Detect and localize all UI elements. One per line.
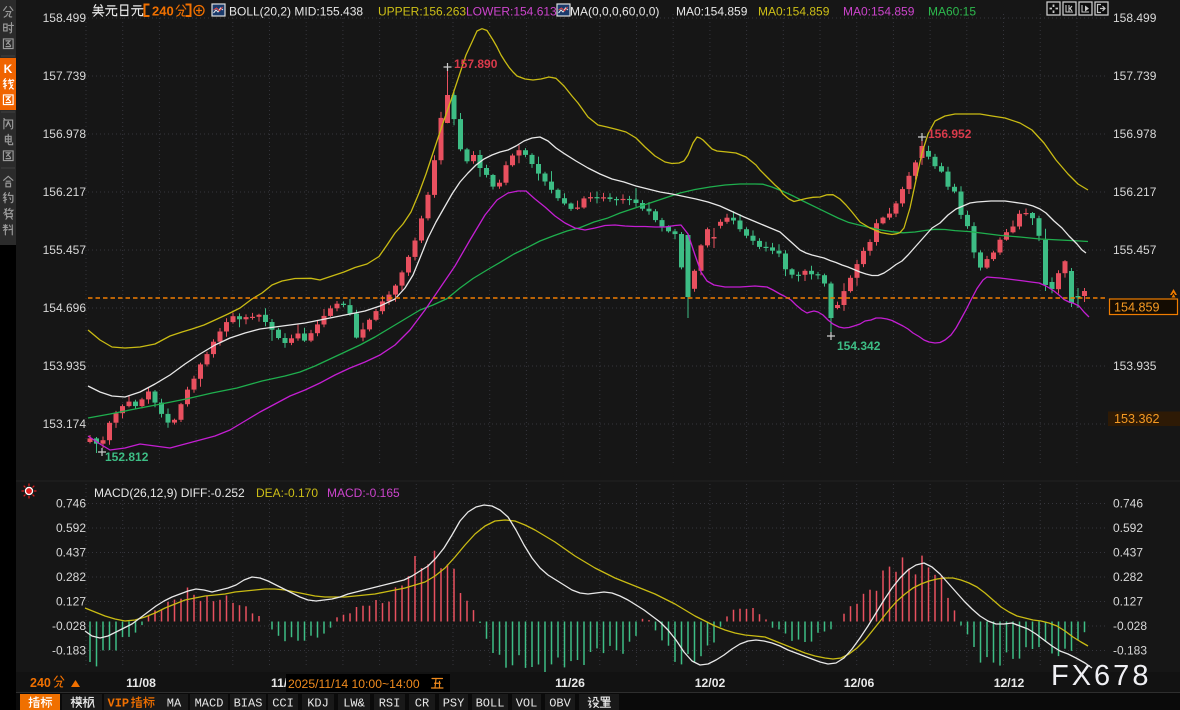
- svg-text:158.499: 158.499: [43, 11, 87, 25]
- svg-text:11/08: 11/08: [126, 676, 156, 690]
- svg-text:-0.183: -0.183: [52, 644, 86, 658]
- svg-text:LW&: LW&: [343, 697, 365, 710]
- svg-text:-0.028: -0.028: [1113, 619, 1147, 633]
- svg-text:UPPER:156.263: UPPER:156.263: [378, 5, 466, 19]
- svg-text:153.935: 153.935: [1113, 359, 1157, 373]
- svg-text:PSY: PSY: [443, 697, 465, 710]
- svg-text:FX678: FX678: [1051, 660, 1151, 692]
- svg-text:VIP: VIP: [108, 697, 130, 710]
- svg-text:153.362: 153.362: [1114, 412, 1160, 426]
- svg-text:MACD:-0.165: MACD:-0.165: [327, 486, 400, 500]
- svg-text:MA0:154.859: MA0:154.859: [676, 5, 748, 19]
- svg-text:OBV: OBV: [549, 697, 571, 710]
- svg-text:0.437: 0.437: [1113, 546, 1143, 560]
- svg-text:156.217: 156.217: [1113, 185, 1157, 199]
- svg-text:156.978: 156.978: [1113, 127, 1157, 141]
- svg-text:RSI: RSI: [379, 697, 401, 710]
- svg-text:157.739: 157.739: [43, 69, 87, 83]
- svg-text:0.746: 0.746: [1113, 497, 1143, 511]
- svg-text:MA0:154.859: MA0:154.859: [843, 5, 915, 19]
- svg-text:12/02: 12/02: [695, 676, 726, 690]
- svg-text:156.978: 156.978: [43, 127, 87, 141]
- svg-text:157.890: 157.890: [454, 57, 498, 71]
- svg-text:156.217: 156.217: [43, 185, 87, 199]
- svg-text:11/: 11/: [271, 676, 288, 690]
- svg-text:153.174: 153.174: [43, 417, 87, 431]
- svg-text:0.127: 0.127: [56, 595, 86, 609]
- svg-text:11/26: 11/26: [555, 676, 585, 690]
- svg-text:12/06: 12/06: [844, 676, 875, 690]
- svg-text:BOLL(20,2) MID:155.438: BOLL(20,2) MID:155.438: [229, 5, 363, 19]
- svg-text:MA: MA: [167, 697, 182, 710]
- svg-text:0.282: 0.282: [1113, 570, 1143, 584]
- svg-text:BOLL: BOLL: [476, 697, 505, 710]
- svg-text:CR: CR: [415, 697, 429, 710]
- svg-text:K: K: [4, 62, 13, 76]
- svg-text:BIAS: BIAS: [234, 697, 263, 710]
- svg-text:CCI: CCI: [272, 697, 294, 710]
- svg-text:12/12: 12/12: [994, 676, 1025, 690]
- svg-text:LOWER:154.613: LOWER:154.613: [466, 5, 557, 19]
- svg-text:2025/11/14 10:00~14:00: 2025/11/14 10:00~14:00: [288, 677, 420, 691]
- svg-text:KDJ: KDJ: [307, 697, 329, 710]
- svg-text:154.342: 154.342: [837, 339, 881, 353]
- svg-text:VOL: VOL: [516, 697, 538, 710]
- svg-text:MACD: MACD: [195, 697, 224, 710]
- svg-text:-0.028: -0.028: [52, 619, 86, 633]
- svg-text:154.859: 154.859: [1114, 301, 1160, 315]
- svg-text:158.499: 158.499: [1113, 11, 1157, 25]
- svg-text:0.592: 0.592: [56, 521, 86, 535]
- svg-text:MA60:15: MA60:15: [928, 5, 976, 19]
- svg-text:MA(0,0,0,60,0,0): MA(0,0,0,60,0,0): [570, 5, 659, 19]
- svg-text:156.952: 156.952: [928, 127, 972, 141]
- svg-text:155.457: 155.457: [43, 243, 87, 257]
- svg-text:240: 240: [152, 4, 174, 19]
- svg-text:MACD(26,12,9) DIFF:-0.252: MACD(26,12,9) DIFF:-0.252: [94, 486, 245, 500]
- svg-text:0.592: 0.592: [1113, 521, 1143, 535]
- svg-text:0.746: 0.746: [56, 497, 86, 511]
- svg-text:0.437: 0.437: [56, 546, 86, 560]
- svg-text:0.127: 0.127: [1113, 595, 1143, 609]
- svg-text:153.935: 153.935: [43, 359, 87, 373]
- svg-text:240: 240: [30, 676, 51, 690]
- svg-text:154.696: 154.696: [43, 301, 87, 315]
- svg-text:-0.183: -0.183: [1113, 644, 1147, 658]
- svg-text:0.282: 0.282: [56, 570, 86, 584]
- svg-text:157.739: 157.739: [1113, 69, 1157, 83]
- svg-text:155.457: 155.457: [1113, 243, 1157, 257]
- svg-text:DEA:-0.170: DEA:-0.170: [256, 486, 318, 500]
- svg-text:152.812: 152.812: [105, 450, 149, 464]
- svg-text:MA0:154.859: MA0:154.859: [758, 5, 830, 19]
